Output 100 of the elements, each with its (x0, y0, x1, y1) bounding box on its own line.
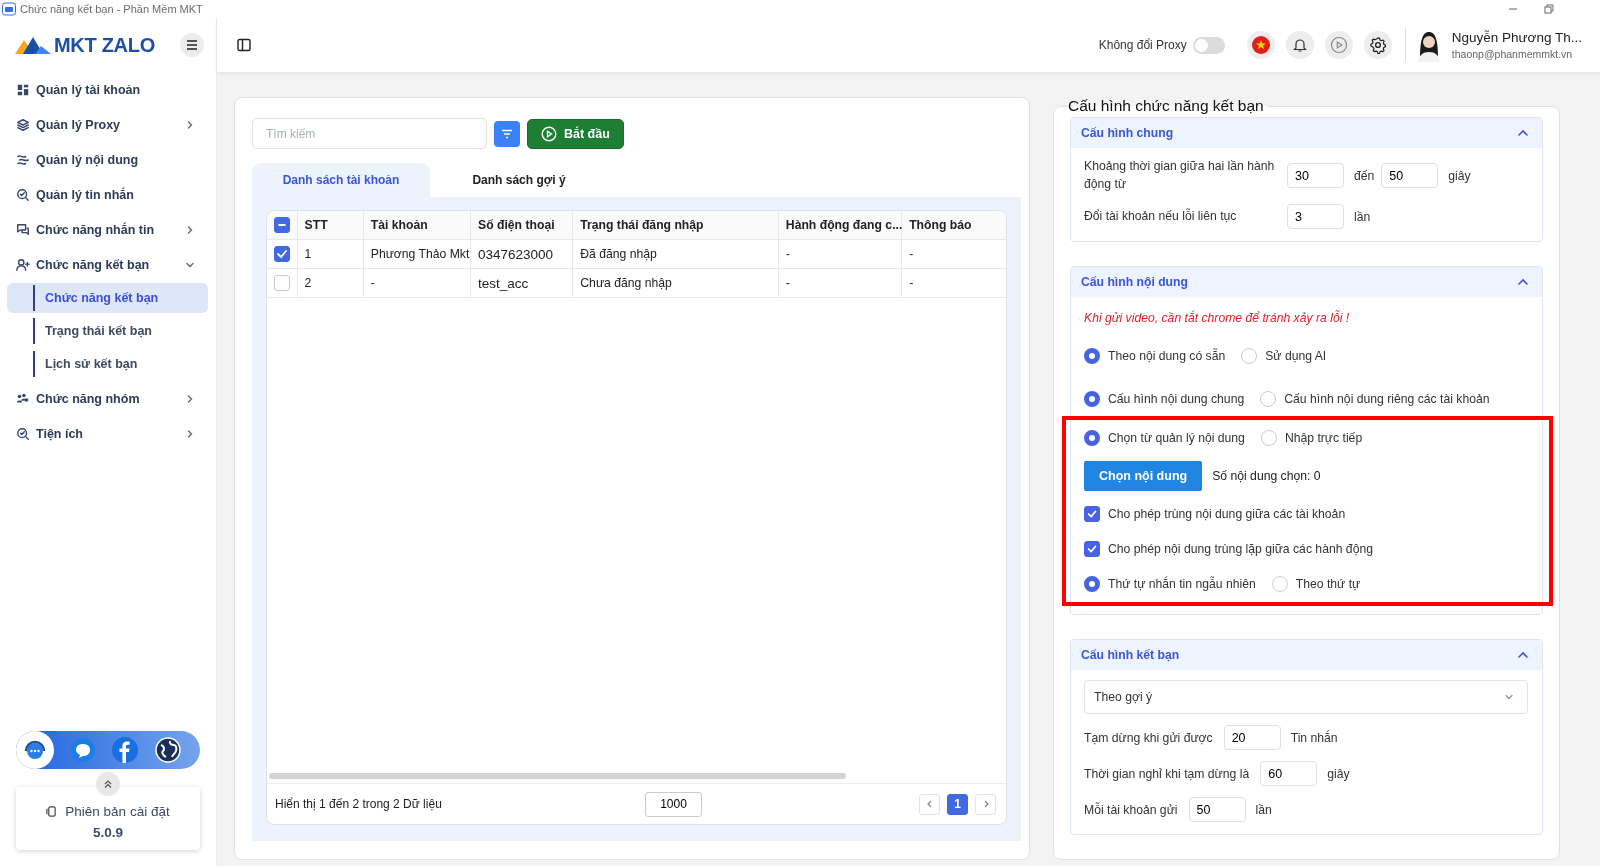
sidebar-item[interactable]: Quản lý tin nhắn (0, 177, 216, 212)
sidebar-item[interactable]: Chức năng nhắn tin (0, 212, 216, 247)
play-icon (541, 125, 557, 142)
grid-icon (16, 82, 30, 97)
group-icon (16, 391, 30, 406)
proxy-toggle[interactable] (1192, 36, 1225, 54)
table-cell: 1 (297, 239, 364, 269)
select-all-checkbox[interactable] (274, 217, 290, 233)
warning-text: Khi gửi video, cần tắt chrome để tránh xảy ra lỗi ! (1084, 311, 1351, 326)
table-cell: - (363, 268, 471, 298)
play-button[interactable] (1324, 31, 1353, 59)
table-cell: Đã đăng nhập (572, 239, 779, 269)
pagination-summary: Hiển thị 1 đến 2 trong 2 Dữ liệu (275, 797, 443, 812)
unit-label: lần (1255, 802, 1272, 817)
scrollbar[interactable] (269, 773, 846, 780)
device-icon (46, 806, 58, 817)
globe-icon[interactable] (155, 737, 181, 763)
table-cell: 0347623000 (470, 239, 573, 269)
field-label: Tạm dừng khi gửi được (1084, 730, 1213, 745)
version-number: 5.0.9 (93, 825, 123, 840)
sidebar-item[interactable]: Quản lý tài khoản (0, 72, 216, 107)
number-field[interactable]: 30 (1287, 163, 1344, 189)
search-field[interactable]: Tìm kiếm (252, 118, 487, 149)
radio-option[interactable]: Theo thứ tự (1271, 576, 1361, 593)
section-header[interactable]: Cấu hình nội dung (1071, 267, 1542, 298)
radio-option[interactable]: Thứ tự nhắn tin ngẫu nhiên (1084, 576, 1256, 593)
column-header: STT (297, 211, 364, 240)
settings-button[interactable] (1363, 31, 1392, 59)
field-label: Khoảng thời gian giữa hai lần hành động từ (1084, 158, 1276, 193)
unit-label: lần (1354, 209, 1371, 224)
column-header: Tài khoản (363, 211, 471, 240)
sidebar-item[interactable]: Quản lý nội dung (0, 142, 216, 177)
user-name: Nguyễn Phương Th... (1451, 30, 1582, 45)
facebook-icon[interactable] (112, 737, 138, 763)
sidebar-item[interactable]: Tiện ích (0, 416, 216, 451)
checkbox-option[interactable]: Cho phép nội dung trùng lặp giữa các hành động (1084, 541, 1373, 558)
radio-option[interactable]: Chọn từ quản lý nội dung (1084, 430, 1245, 447)
column-header: Hành động đang c... (778, 211, 902, 240)
table-cell: - (901, 239, 1006, 269)
zalo-icon[interactable] (71, 738, 95, 762)
table-cell: - (901, 268, 1006, 298)
sidebar-item[interactable]: Quản lý Proxy (0, 107, 216, 142)
field-label: Đổi tài khoản nếu lỗi liên tục (1084, 208, 1238, 226)
filter-button[interactable] (494, 120, 520, 147)
field-label: Thời gian nghỉ khi tạm dừng là (1084, 766, 1250, 781)
chat-icon (16, 222, 30, 237)
radio-option[interactable]: Cấu hình nội dung chung (1084, 391, 1245, 408)
page-size-field[interactable]: 1000 (645, 791, 702, 817)
number-field[interactable]: 50 (1188, 797, 1246, 823)
section-header[interactable]: Cấu hình kết bạn (1071, 640, 1542, 671)
tab[interactable]: Danh sách tài khoản (252, 163, 430, 197)
search-icon (16, 426, 30, 441)
column-header: Thông báo (901, 211, 1006, 240)
submenu-item[interactable]: Trạng thái kết bạn (7, 316, 208, 346)
checkmark-icon (275, 247, 289, 261)
column-header: Số điện thoại (470, 211, 573, 240)
radio-option[interactable]: Nhập trực tiếp (1260, 430, 1363, 447)
app-logo: MKT ZALO (54, 33, 155, 57)
tab[interactable]: Danh sách gợi ý (430, 163, 608, 197)
number-field[interactable]: 60 (1260, 761, 1318, 787)
filter-icon (501, 128, 513, 139)
menu-icon (186, 40, 198, 50)
language-button[interactable] (1246, 31, 1275, 59)
menu-button[interactable] (180, 33, 204, 57)
number-field[interactable]: 3 (1287, 204, 1344, 230)
field-label: đến (1354, 168, 1375, 183)
table-cell: - (778, 239, 902, 269)
submenu-item[interactable]: Chức năng kết bạn (7, 283, 208, 313)
search-icon (16, 187, 30, 202)
section-header[interactable]: Cấu hình chung (1071, 118, 1542, 148)
table-cell: Phương Thảo Mkt (363, 239, 471, 269)
table-cell: test_acc (470, 268, 573, 298)
checkbox-option[interactable]: Cho phép trùng nội dung giữa các tài khoản (1084, 506, 1346, 523)
start-button[interactable]: Bắt đầu (527, 118, 624, 149)
choose-content-button[interactable]: Chọn nội dung (1084, 461, 1203, 492)
user-email: thaonp@phanmemmkt.vn (1451, 48, 1574, 60)
collapse-button[interactable] (96, 772, 120, 796)
page-button[interactable]: 1 (947, 793, 968, 815)
unit-label: Tin nhắn (1290, 730, 1338, 745)
unit-label: giây (1448, 168, 1471, 183)
restore-icon[interactable] (1544, 4, 1554, 14)
table-cell: 2 (297, 268, 364, 298)
select-field[interactable]: Theo gợi ý (1084, 680, 1528, 715)
number-field[interactable]: 20 (1223, 725, 1281, 751)
panel-title: Cấu hình chức năng kết bạn (1068, 98, 1265, 115)
radio-option[interactable]: Cấu hình nội dung riêng các tài khoản (1260, 391, 1490, 408)
panel-icon[interactable] (237, 38, 251, 52)
radio-option[interactable]: Theo nội dung có sẵn (1084, 348, 1226, 365)
sidebar-item[interactable]: Chức năng nhóm (0, 381, 216, 416)
submenu-item[interactable]: Lịch sử kết bạn (7, 349, 208, 379)
sidebar-item[interactable]: Chức năng kết bạn (0, 247, 216, 282)
bell-icon (1291, 37, 1308, 53)
row-checkbox[interactable] (274, 246, 290, 262)
radio-option[interactable]: Sử dụng AI (1241, 348, 1327, 365)
column-header: Trạng thái đăng nhập (572, 211, 779, 240)
notification-button[interactable] (1285, 31, 1314, 59)
number-field[interactable]: 50 (1381, 163, 1439, 189)
play-icon (1329, 36, 1348, 54)
proxy-label: Không đổi Proxy (1098, 38, 1187, 52)
lines-icon (16, 152, 30, 167)
